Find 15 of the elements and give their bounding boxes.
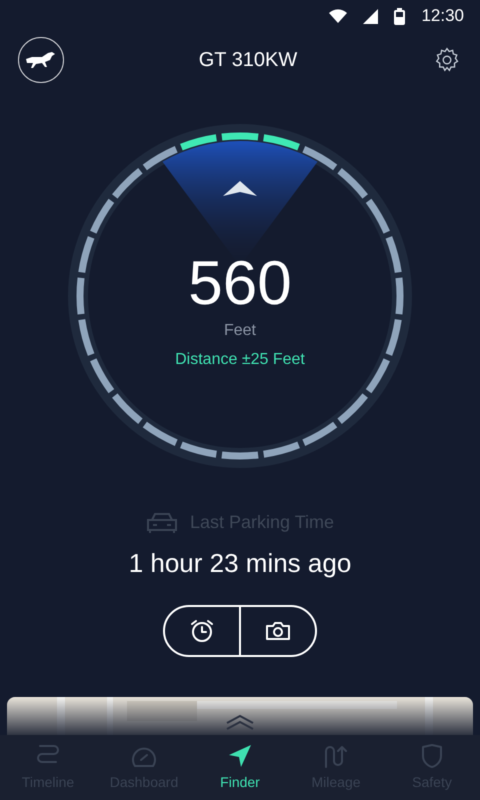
brand-logo-button[interactable] (18, 37, 64, 83)
nav-tab[interactable]: Finder (192, 735, 288, 800)
wifi-icon (329, 9, 348, 23)
distance-value: 560 (188, 249, 292, 319)
running-horse-icon (25, 51, 57, 69)
battery-icon (394, 8, 406, 24)
distance-unit: Feet (224, 321, 256, 341)
car-icon (146, 512, 178, 534)
distance-accuracy: Distance ±25 Feet (175, 350, 305, 370)
signal-icon (363, 8, 378, 24)
settings-icon (434, 47, 460, 73)
vehicle-title: GT 310KW (198, 48, 298, 73)
parking-elapsed: 1 hour 23 mins ago (128, 547, 352, 580)
status-time: 12:30 (421, 5, 464, 28)
alarm-clock-icon (188, 617, 216, 645)
